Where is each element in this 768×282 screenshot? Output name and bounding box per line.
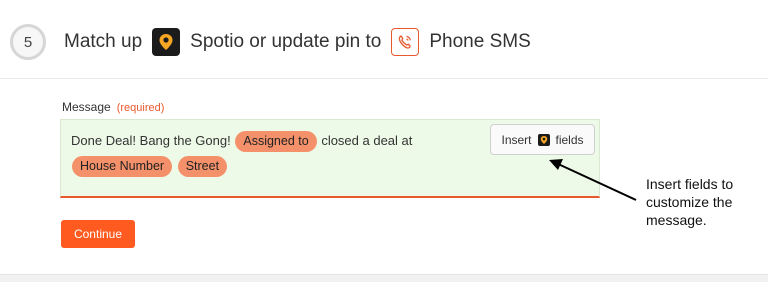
step-title-middle: Spotio or update pin to bbox=[190, 31, 382, 52]
phone-sms-icon bbox=[391, 28, 420, 56]
insert-label-before: Insert bbox=[501, 132, 532, 147]
continue-button[interactable]: Continue bbox=[61, 220, 135, 248]
message-text-1: Done Deal! Bang the Gong! bbox=[71, 133, 231, 148]
insert-fields-button[interactable]: Insert fields bbox=[490, 124, 595, 155]
annotation-line-2: customize the bbox=[646, 194, 733, 210]
message-text-2: closed a deal at bbox=[321, 133, 413, 148]
spotio-pin-icon bbox=[152, 28, 181, 56]
message-field-label: Message (required) bbox=[62, 100, 164, 114]
message-label: Message bbox=[62, 100, 111, 114]
annotation-line-1: Insert fields to bbox=[646, 176, 734, 192]
annotation-line-3: message. bbox=[646, 212, 707, 228]
step-header: 5 Match up Spotio or update pin to Phone… bbox=[10, 22, 531, 62]
required-indicator: (required) bbox=[116, 102, 165, 114]
step-number: 5 bbox=[23, 33, 33, 51]
bottom-border bbox=[0, 274, 768, 282]
step-title: Match up Spotio or update pin to Phone S… bbox=[64, 28, 531, 56]
field-pill-street[interactable]: Street bbox=[177, 156, 228, 177]
step-title-prefix: Match up bbox=[64, 31, 143, 52]
step-number-badge: 5 bbox=[10, 24, 46, 60]
header-divider bbox=[0, 78, 768, 79]
insert-label-after: fields bbox=[555, 132, 584, 147]
field-pill-house-number[interactable]: House Number bbox=[72, 156, 173, 177]
spotio-pin-icon bbox=[537, 133, 550, 146]
annotation-callout: Insert fields to customize the message. bbox=[646, 175, 764, 229]
step-title-target: Phone SMS bbox=[429, 31, 531, 52]
field-pill-assigned-to[interactable]: Assigned to bbox=[235, 131, 317, 152]
